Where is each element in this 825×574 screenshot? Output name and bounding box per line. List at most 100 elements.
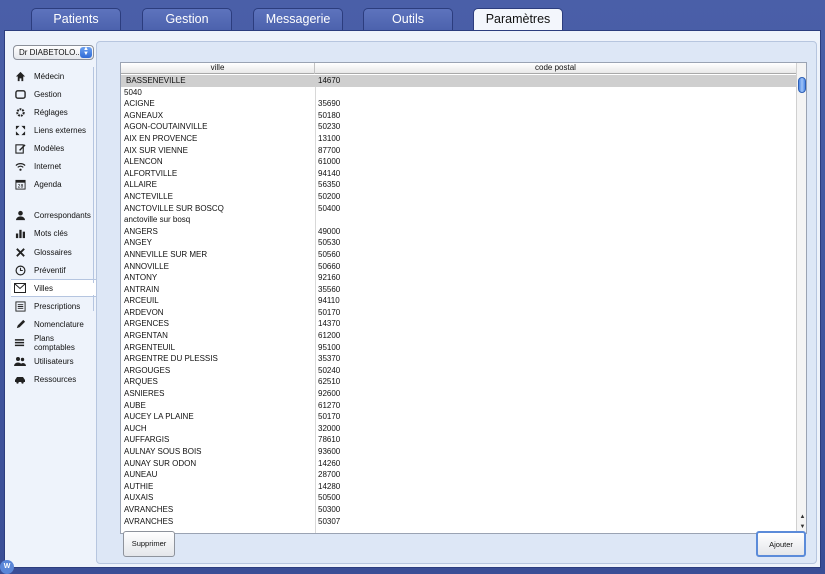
clock-icon	[14, 264, 26, 276]
tab-gestion[interactable]: Gestion	[142, 8, 232, 30]
table-row[interactable]: ARCEUIL 94110	[121, 295, 796, 307]
table-row[interactable]: AUXAIS 50500	[121, 492, 796, 504]
sidebar-item-villes[interactable]: Villes	[11, 279, 101, 297]
scroll-up-icon[interactable]: ▲	[798, 513, 806, 522]
cell-ville: ARCEUIL	[124, 296, 159, 306]
table-row[interactable]: ANCTOVILLE SUR BOSCQ 50400	[121, 203, 796, 215]
table-row[interactable]: AUTHIE 14280	[121, 481, 796, 493]
sidebar-item-label: Liens externes	[34, 125, 87, 135]
table-row[interactable]: AGON-COUTAINVILLE 50230	[121, 121, 796, 133]
table-row[interactable]: BASSENEVILLE 14670	[121, 75, 796, 87]
add-button[interactable]: Ajouter	[756, 531, 806, 557]
table-row[interactable]: ANCTEVILLE 50200	[121, 191, 796, 203]
sidebar-item-label: Prescriptions	[34, 301, 81, 311]
column-header-ville[interactable]: ville	[121, 63, 315, 74]
cell-code-postal: 62510	[318, 377, 341, 387]
envelope-icon	[14, 282, 26, 294]
column-header-code-postal[interactable]: code postal	[315, 63, 796, 74]
list-icon	[14, 337, 26, 349]
tab-parametres[interactable]: Paramètres	[473, 8, 563, 32]
sidebar-item-label: Internet	[34, 161, 62, 171]
table-row[interactable]: ANNOVILLE 50660	[121, 261, 796, 273]
cell-ville: AGNEAUX	[124, 110, 164, 120]
cell-code-postal: 50300	[318, 504, 341, 514]
table-row[interactable]: ACIGNE 35690	[121, 98, 796, 110]
doctor-select[interactable]: Dr DIABETOLO... ▲ ▼	[13, 45, 94, 60]
table-row[interactable]: AUBE 61270	[121, 400, 796, 412]
sidebar-item-label: Réglages	[34, 107, 68, 117]
cell-ville: AUXAIS	[124, 493, 154, 503]
table-row[interactable]: ASNIERES 92600	[121, 388, 796, 400]
select-arrows-icon: ▲ ▼	[80, 46, 92, 58]
table-row[interactable]: ARGENTRE DU PLESSIS 35370	[121, 353, 796, 365]
sidebar-item-plans-comptables[interactable]: Plans comptables	[11, 334, 97, 352]
table-row[interactable]: AUNAY SUR ODON 14260	[121, 458, 796, 470]
table-row[interactable]: AUFFARGIS 78610	[121, 434, 796, 446]
cell-code-postal: 95100	[318, 342, 341, 352]
cell-code-postal: 50560	[318, 249, 341, 259]
table-row[interactable]: ARDEVON 50170	[121, 307, 796, 319]
table-row[interactable]: AVRANCHES 50307	[121, 516, 796, 528]
tab-outils[interactable]: Outils	[363, 8, 453, 30]
table-row[interactable]: 5040	[121, 87, 796, 99]
table-row[interactable]: AULNAY SOUS BOIS 93600	[121, 446, 796, 458]
table-row[interactable]: AIX EN PROVENCE 13100	[121, 133, 796, 145]
cell-code-postal: 50230	[318, 122, 341, 132]
sidebar-item-mots-cl-s[interactable]: Mots clés	[11, 224, 97, 242]
table-row[interactable]: ARGENCES 14370	[121, 318, 796, 330]
sidebar-item-mod-les[interactable]: Modèles	[11, 139, 97, 157]
sidebar-item-correspondants[interactable]: Correspondants	[11, 206, 97, 224]
sidebar-item-label: Plans comptables	[33, 334, 75, 352]
cell-ville: ARDEVON	[124, 307, 164, 317]
vertical-scrollbar[interactable]: ▲ ▼	[796, 63, 806, 533]
table-row[interactable]: ANGERS 49000	[121, 226, 796, 238]
sidebar-item-utilisateurs[interactable]: Utilisateurs	[11, 352, 97, 370]
scrollbar-thumb[interactable]	[798, 77, 806, 93]
sidebar-item-glossaires[interactable]: Glossaires	[11, 243, 97, 261]
table-row[interactable]: ANNEVILLE SUR MER 50560	[121, 249, 796, 261]
sidebar-item-r-glages[interactable]: Réglages	[11, 103, 97, 121]
sidebar-item-pr-ventif[interactable]: Préventif	[11, 261, 97, 279]
app-logo-icon: W	[0, 560, 14, 574]
cell-ville: AUTHIE	[124, 481, 154, 491]
cell-ville: ANCTOVILLE SUR BOSCQ	[124, 203, 224, 213]
table-row[interactable]: AUNEAU 28700	[121, 469, 796, 481]
sidebar-item-label: Glossaires	[34, 247, 72, 257]
table-row[interactable]: ALFORTVILLE 94140	[121, 168, 796, 180]
table-row[interactable]: AVRANCHES 50300	[121, 504, 796, 516]
sidebar-item-internet[interactable]: Internet	[11, 157, 97, 175]
sidebar-item-agenda[interactable]: 28 Agenda	[11, 175, 97, 193]
tab-messagerie[interactable]: Messagerie	[253, 8, 343, 30]
cell-ville: AULNAY SOUS BOIS	[124, 447, 202, 456]
table-row[interactable]: ANTONY 92160	[121, 272, 796, 284]
cell-ville: ANTRAIN	[124, 284, 160, 294]
sidebar-divider	[93, 295, 94, 311]
cell-ville: AGON-COUTAINVILLE	[124, 122, 208, 132]
table-row[interactable]: anctoville sur bosq	[121, 214, 796, 226]
delete-button[interactable]: Supprimer	[123, 531, 175, 557]
sidebar-item-ressources[interactable]: Ressources	[11, 370, 97, 388]
sidebar-item-liens-externes[interactable]: Liens externes	[11, 121, 97, 139]
table-row[interactable]: ALLAIRE 56350	[121, 179, 796, 191]
sidebar-item-nomenclature[interactable]: Nomenclature	[11, 315, 97, 333]
table-row[interactable]: AIX SUR VIENNE 87700	[121, 145, 796, 157]
table-row[interactable]: ARGOUGES 50240	[121, 365, 796, 377]
cell-ville: AUCEY LA PLAINE	[124, 412, 194, 422]
table-header: ville code postal	[121, 63, 796, 74]
sidebar-item-label: Mots clés	[34, 228, 68, 238]
table-row[interactable]: ANGEY 50530	[121, 237, 796, 249]
sidebar-item-gestion[interactable]: Gestion	[11, 85, 97, 103]
table-row[interactable]: ARGENTEUIL 95100	[121, 342, 796, 354]
table-row[interactable]: AUCEY LA PLAINE 50170	[121, 411, 796, 423]
table-row[interactable]: AGNEAUX 50180	[121, 110, 796, 122]
table-row[interactable]: ARGENTAN 61200	[121, 330, 796, 342]
cell-code-postal: 35370	[318, 354, 341, 364]
sidebar-item-m-decin[interactable]: Médecin	[11, 67, 97, 85]
table-row[interactable]: ANTRAIN 35560	[121, 284, 796, 296]
table-row[interactable]: ARQUES 62510	[121, 376, 796, 388]
sidebar-item-prescriptions[interactable]: Prescriptions	[11, 297, 97, 315]
table-row[interactable]: AUCH 32000	[121, 423, 796, 435]
tab-patients[interactable]: Patients	[31, 8, 121, 30]
cell-code-postal: 13100	[318, 133, 341, 143]
table-row[interactable]: ALENCON 61000	[121, 156, 796, 168]
